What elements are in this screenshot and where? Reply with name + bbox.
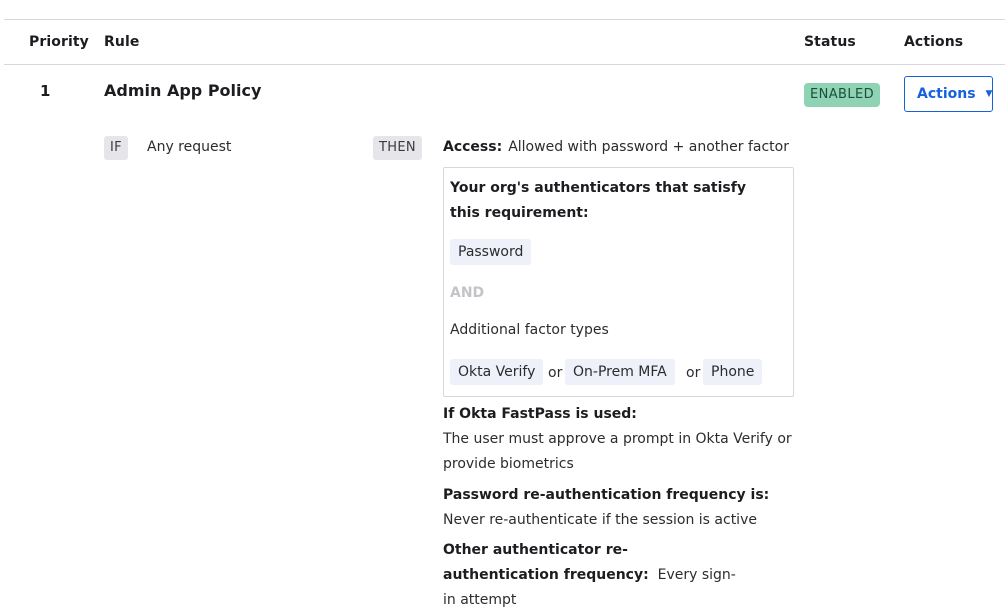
access-label: Access: (443, 139, 503, 155)
actions-button-label: Actions (917, 86, 976, 102)
other-reauth-label: Other authenticator re-authentication fr… (443, 542, 649, 583)
authenticators-heading: Your org's authenticators that satisfy t… (450, 180, 746, 221)
fastpass-section: If Okta FastPass is used: The user must … (443, 402, 793, 477)
password-reauth-section: Password re-authentication frequency is:… (443, 483, 793, 533)
header-priority: Priority (29, 34, 89, 50)
password-reauth-label: Password re-authentication frequency is: (443, 487, 770, 503)
table-header-row: Priority Rule Status Actions (4, 20, 1005, 65)
fastpass-label: If Okta FastPass is used: (443, 406, 637, 422)
authenticator-password: Password (450, 239, 532, 265)
factor-okta-verify: Okta Verify (450, 359, 544, 385)
password-reauth-value: Never re-authenticate if the session is … (443, 512, 757, 528)
factor-phone: Phone (703, 359, 763, 385)
fastpass-value: The user must approve a prompt in Okta V… (443, 431, 792, 472)
then-chip: THEN (373, 136, 422, 160)
rule-name: Admin App Policy (104, 81, 262, 100)
access-value: Allowed with password + another factor (508, 139, 789, 155)
header-actions: Actions (904, 34, 964, 50)
and-label: AND (450, 285, 485, 301)
caret-down-icon: ▼ (985, 89, 993, 99)
additional-factor-types-label: Additional factor types (450, 322, 609, 338)
authenticators-box: Your org's authenticators that satisfy t… (443, 167, 794, 397)
status-badge: ENABLED (804, 83, 881, 107)
priority-value: 1 (40, 82, 51, 100)
access-line: Access: Allowed with password + another f… (443, 139, 789, 155)
if-chip: IF (104, 136, 128, 160)
actions-dropdown-button[interactable]: Actions ▼ (904, 76, 993, 112)
or-word: or (548, 365, 563, 381)
header-rule: Rule (104, 34, 140, 50)
condition-text: Any request (147, 139, 232, 155)
header-status: Status (804, 34, 856, 50)
or-word: or (686, 365, 701, 381)
factor-on-prem-mfa: On-Prem MFA (565, 359, 675, 385)
other-reauth-section: Other authenticator re-authentication fr… (443, 538, 743, 613)
